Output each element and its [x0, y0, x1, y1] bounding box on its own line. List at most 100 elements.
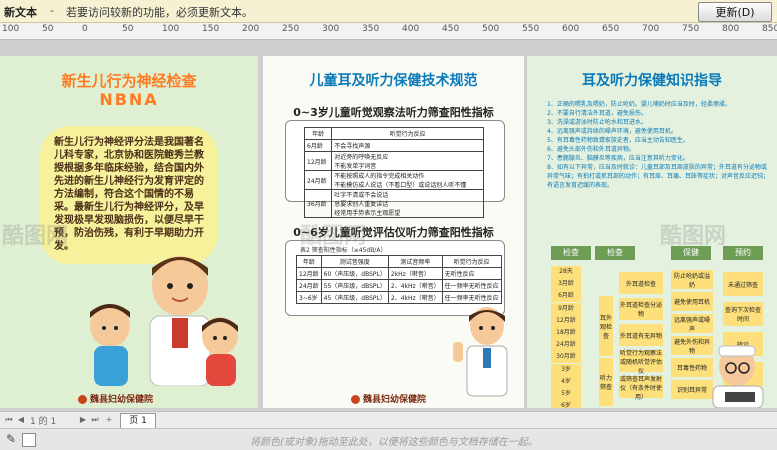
observation-table: 年龄 听觉行为反应 6月龄 不会寻找声源 12月龄 对近旁的呼唤无反应 不能发单字词音 2… — [303, 127, 484, 218]
flow-box: 远离强声或噪声 — [671, 314, 713, 333]
table-cell: 吐字不清或不会说话 总要求别人重复讲话 经常用手势表示主观愿望 — [331, 189, 484, 218]
ruler-tick-label: 0 — [82, 24, 88, 34]
page-tab-bar: ⏮ ◀ 1 的 1 ▶ ⏭ + 页 1 — [0, 411, 777, 429]
ruler-tick-label: 300 — [322, 24, 340, 34]
guidance-tip: 8、如有以下异常，应当及时就诊：儿童耳部及耳周皮肤的异常；外耳道有分泌物或异常气… — [547, 164, 770, 189]
hospital-logo: 魏县妇幼保健院 — [351, 392, 426, 405]
table-cell: 12月龄 — [296, 267, 322, 280]
flow-column-header: 检查 — [595, 246, 635, 260]
age-label: 4岁 — [551, 375, 581, 388]
table1-heading: 0~3岁儿童听觉观察法听力筛查阳性指标 — [293, 106, 494, 119]
ruler-tick-label: 800 — [722, 24, 740, 34]
panel-hearing-guidance: 耳及听力保健知识指导 1、正确的喂乳及喂奶，防止呛奶。婴儿哺奶时应当及时，轻柔擦… — [527, 56, 777, 408]
ruler-tick-label: 400 — [402, 24, 420, 34]
flow-box: 外耳道有无异物 — [619, 324, 663, 346]
guidance-tip: 1、正确的喂乳及喂奶，防止呛奶。婴儿哺奶时应当及时，轻柔擦揉。 — [547, 101, 731, 108]
prev-page-icon[interactable]: ◀ — [16, 414, 26, 425]
watermark: 酷图网 — [660, 224, 727, 249]
table-header-cell: 测试音强度 — [320, 255, 389, 268]
eyedropper-icon[interactable]: ✎ — [6, 432, 16, 446]
guidance-tip: 3、洗澡或游泳时防止呛水和耳进水。 — [547, 119, 647, 126]
ruler-tick-label: 500 — [482, 24, 500, 34]
hospital-logo-icon — [351, 395, 360, 404]
guidance-tip: 7、患腮腺炎、脑膜炎等疾病，应当注意其听力变化。 — [547, 155, 689, 162]
no-color-swatch-icon[interactable] — [22, 433, 36, 447]
watermark: 酷图网 — [300, 224, 367, 249]
age-label: 5岁 — [551, 388, 581, 400]
table-cell: 2kHz（啭音） — [387, 267, 443, 280]
flow-box: 耳外观检查 — [599, 296, 613, 356]
age-label: 28天 — [551, 266, 581, 278]
table-row: 6月龄 不会寻找声源 — [303, 139, 484, 152]
standards-title: 儿童耳及听力保健技术规范 — [309, 73, 478, 89]
first-page-icon[interactable]: ⏮ — [4, 414, 14, 425]
guidance-tip: 5、有耳毒性药物致聋家族史者，应当主动告知医生。 — [547, 137, 689, 144]
doctor-illustration — [453, 307, 508, 397]
guidance-title: 耳及听力保健知识指导 — [582, 73, 722, 89]
table-cell: 24月龄 — [303, 170, 333, 190]
age-label: 30月龄 — [551, 351, 581, 364]
ruler-tick-label: 550 — [522, 24, 540, 34]
table-cell: 3~6岁 — [296, 291, 322, 304]
table-header-cell: 年龄 — [303, 127, 333, 140]
table-header-cell: 年龄 — [296, 255, 322, 268]
update-button[interactable]: 更新(D) — [698, 2, 772, 22]
age-label: 24月龄 — [551, 339, 581, 352]
flow-box: 或筛查耳声发射仪（有条件时使用） — [619, 375, 663, 401]
flow-column-header: 检查 — [551, 246, 591, 260]
table-cell: 24月龄 — [296, 279, 322, 292]
table-cell: 对近旁的呼唤无反应 不能发单字词音 — [331, 151, 484, 171]
age-label: 3月龄 — [551, 278, 581, 291]
table-header-cell: 测试音频率 — [387, 255, 443, 268]
table-cell: 60（声压级，dBSPL） — [320, 267, 389, 280]
table-cell: 6月龄 — [303, 139, 333, 152]
ruler-tick-label: 150 — [202, 24, 220, 34]
table-cell: 无听性反应 — [441, 267, 502, 280]
table-row: 24月龄 55（声压级，dBSPL） 2、4kHz（啭音） 任一频率无听性反应 — [296, 279, 502, 292]
status-bar: ✎ 将颜色(或对象)拖动至此处，以便将这些颜色与文档存储在一起。 — [0, 428, 777, 450]
doctor-children-illustration — [90, 256, 238, 386]
hospital-logo-text: 魏县妇幼保健院 — [363, 395, 427, 405]
tab-page-1[interactable]: 页 1 — [120, 413, 156, 429]
table-row: 12月龄 60（声压级，dBSPL） 2kHz（啭音） 无听性反应 — [296, 267, 502, 280]
ruler-tick-label: 100 — [162, 24, 180, 34]
ruler-tick-label: 450 — [442, 24, 460, 34]
ruler-tick-label: 200 — [242, 24, 260, 34]
ruler-tick-label: 850 — [762, 24, 777, 34]
ruler-tick-label: 600 — [562, 24, 580, 34]
next-page-icon[interactable]: ▶ — [78, 414, 88, 425]
table-cell: 2、4kHz（啭音） — [387, 291, 443, 304]
info-bar: 新文本 - 若要访问较新的功能，必须更新文本。 更新(D) — [0, 0, 777, 23]
ruler-tick-label: 700 — [642, 24, 660, 34]
table-cell: 36月龄 — [303, 189, 333, 218]
age-label: 6岁 — [551, 400, 581, 408]
hospital-logo-icon — [78, 395, 87, 404]
table-cell: 12月龄 — [303, 151, 333, 171]
document-canvas[interactable]: 新生儿行为神经检查 NBNA 新生儿行为神经评分法是我国著名儿科专家，北京协和医… — [0, 40, 777, 410]
table-cell: 任一频率无听性反应 — [441, 279, 502, 292]
last-page-icon[interactable]: ⏭ — [90, 414, 100, 425]
nbna-title: 新生儿行为神经检查 — [61, 72, 197, 90]
guidance-tips-list: 1、正确的喂乳及喂奶，防止呛奶。婴儿哺奶时应当及时，轻柔擦揉。 2、不要自行清洁外… — [547, 100, 771, 190]
table-cell: 不能按照成人的指令完成相关动作 不能模仿成人说话（不看口型）或说话别人听不懂 — [331, 170, 484, 190]
add-page-icon[interactable]: + — [104, 414, 114, 425]
guidance-tip: 6、避免头部外伤和外耳道异物。 — [547, 146, 635, 153]
watermark: 酷图网 — [2, 224, 69, 249]
guidance-tip: 4、远离强声或持续的噪声环境，避免使用耳机。 — [547, 128, 677, 135]
title-separator: - — [50, 4, 54, 17]
horizontal-ruler[interactable]: 100 50 0 50 100 150 200 250 300 350 400 450 500 550 60… — [0, 23, 777, 40]
update-message: 若要访问较新的功能，必须更新文本。 — [66, 6, 253, 19]
flow-box: 外耳道检查分泌物 — [619, 298, 663, 320]
flow-box: 防止呛奶或溢奶 — [671, 270, 713, 289]
flow-box: 外耳道检查 — [619, 272, 663, 294]
table1-card: 年龄 听觉行为反应 6月龄 不会寻找声源 12月龄 对近旁的呼唤无反应 不能发单字词音 2… — [285, 120, 505, 218]
age-label: 9月龄 — [551, 302, 581, 315]
hospital-logo: 魏县妇幼保健院 — [78, 392, 153, 405]
ruler-tick-label: 250 — [282, 24, 300, 34]
page-indicator: 1 的 1 — [30, 417, 57, 427]
table-row: 36月龄 吐字不清或不会说话 总要求别人重复讲话 经常用手势表示主观愿望 — [303, 189, 484, 218]
age-label: 18月龄 — [551, 327, 581, 339]
table-header-cell: 听觉行为反应 — [441, 255, 502, 268]
flow-box: 听力筛查 — [599, 358, 613, 406]
nbna-subtitle: NBNA — [99, 90, 159, 109]
